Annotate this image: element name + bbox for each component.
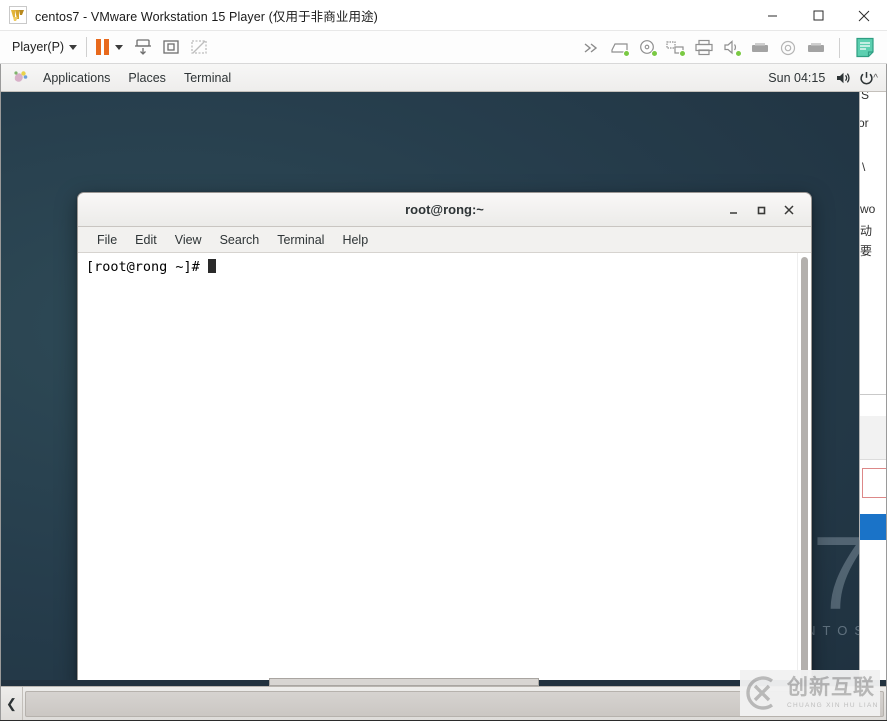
chevron-double-right-icon[interactable] bbox=[581, 37, 603, 59]
hard-disk-icon[interactable] bbox=[609, 37, 631, 59]
terminal-maximize-button[interactable] bbox=[747, 196, 775, 224]
vmware-toolbar: Player(P) bbox=[0, 31, 887, 64]
gnome-clock[interactable]: Sun 04:15 bbox=[760, 71, 833, 85]
device-status-dot bbox=[651, 49, 658, 57]
watermark: 创新互联 CHUANG XIN HU LIAN bbox=[740, 670, 880, 716]
terminal-close-button[interactable] bbox=[775, 196, 803, 224]
chevron-down-icon bbox=[69, 44, 78, 50]
cd-dvd-icon[interactable] bbox=[637, 37, 659, 59]
window-title: centos7 - VMware Workstation 15 Player (… bbox=[35, 9, 378, 24]
taskbar-prev-workspace-button[interactable]: ❮ bbox=[1, 686, 23, 720]
network-adapter-icon[interactable] bbox=[665, 37, 687, 59]
terminal-output[interactable]: [root@rong ~]# bbox=[78, 253, 797, 688]
terminal-cursor bbox=[207, 259, 216, 273]
device-status-dot bbox=[623, 49, 630, 57]
terminal-window-controls bbox=[719, 193, 803, 227]
bg-fragment: 要 bbox=[860, 244, 873, 258]
gnome-places-menu[interactable]: Places bbox=[119, 64, 175, 92]
terminal-menu-view[interactable]: View bbox=[166, 227, 211, 253]
camera-icon[interactable] bbox=[777, 37, 799, 59]
background-browser-window[interactable]: S or \ wo 动 要 bbox=[859, 64, 886, 686]
terminal-menu-search[interactable]: Search bbox=[211, 227, 269, 253]
bg-accent-bar bbox=[860, 514, 886, 540]
volume-icon[interactable] bbox=[833, 64, 855, 92]
bg-fragment: or bbox=[859, 116, 869, 130]
terminal-scrollbar-thumb[interactable] bbox=[801, 257, 808, 684]
vmware-status-strip bbox=[0, 720, 887, 728]
gnome-top-panel: Applications Places Terminal Sun 04:15 ^ bbox=[1, 64, 886, 92]
toolbar-divider bbox=[86, 37, 88, 57]
bg-fragment: 动 bbox=[860, 224, 873, 238]
window-close-button[interactable] bbox=[841, 0, 887, 31]
bg-panel bbox=[860, 416, 886, 460]
terminal-prompt: [root@rong ~]# bbox=[86, 259, 208, 275]
player-menu-button[interactable]: Player(P) bbox=[12, 40, 78, 54]
watermark-chinese: 创新互联 bbox=[787, 676, 875, 700]
vm-guest-screen[interactable]: 7 NTOS S or \ wo 动 要 Applications Places… bbox=[0, 64, 887, 720]
terminal-scrollbar[interactable] bbox=[797, 253, 811, 688]
vmware-device-toolbar bbox=[578, 31, 881, 64]
send-ctrl-alt-del-icon[interactable] bbox=[131, 35, 155, 59]
unity-mode-icon[interactable] bbox=[187, 35, 211, 59]
bg-fragment: \ bbox=[862, 160, 866, 174]
gnome-panel-status-area: Sun 04:15 ^ bbox=[760, 64, 886, 92]
gnome-foot-icon bbox=[12, 70, 28, 85]
sound-card-icon[interactable] bbox=[721, 37, 743, 59]
gnome-terminal-window[interactable]: root@rong:~ File Edit View Search Termin… bbox=[77, 192, 812, 689]
pause-icon-bar2 bbox=[104, 39, 110, 55]
background-window-edge bbox=[269, 678, 539, 686]
notes-icon[interactable] bbox=[852, 37, 878, 59]
terminal-menu-terminal[interactable]: Terminal bbox=[268, 227, 333, 253]
vmware-player-window: centos7 - VMware Workstation 15 Player (… bbox=[0, 0, 887, 728]
chevron-down-icon bbox=[115, 44, 124, 50]
pause-icon bbox=[96, 39, 102, 55]
vmware-logo-icon bbox=[9, 6, 27, 24]
watermark-text-block: 创新互联 CHUANG XIN HU LIAN bbox=[787, 676, 879, 709]
window-maximize-button[interactable] bbox=[795, 0, 841, 31]
bg-divider bbox=[860, 394, 886, 395]
watermark-pinyin: CHUANG XIN HU LIAN bbox=[787, 701, 879, 709]
device-status-dot bbox=[679, 49, 686, 57]
terminal-menubar: File Edit View Search Terminal Help bbox=[78, 227, 811, 253]
device-status-dot bbox=[735, 49, 742, 57]
window-titlebar: centos7 - VMware Workstation 15 Player (… bbox=[0, 0, 887, 31]
bg-input-box[interactable] bbox=[862, 468, 886, 498]
pause-vm-button[interactable] bbox=[96, 39, 110, 55]
player-menu-label: Player(P) bbox=[12, 40, 65, 54]
usb-device-2-icon[interactable] bbox=[805, 37, 827, 59]
cx-logo-icon bbox=[746, 676, 774, 710]
pause-dropdown-button[interactable] bbox=[111, 35, 127, 59]
toolbar-divider bbox=[839, 37, 840, 58]
terminal-titlebar: root@rong:~ bbox=[78, 193, 811, 227]
gnome-applications-menu[interactable]: Applications bbox=[34, 64, 119, 92]
window-minimize-button[interactable] bbox=[749, 0, 795, 31]
terminal-menu-edit[interactable]: Edit bbox=[126, 227, 166, 253]
terminal-menu-help[interactable]: Help bbox=[333, 227, 377, 253]
bg-fragment: wo bbox=[860, 202, 876, 216]
fullscreen-icon[interactable] bbox=[159, 35, 183, 59]
window-controls bbox=[749, 0, 887, 31]
printer-icon[interactable] bbox=[693, 37, 715, 59]
gnome-terminal-menu[interactable]: Terminal bbox=[175, 64, 240, 92]
terminal-content-area[interactable]: [root@rong ~]# bbox=[78, 253, 811, 688]
panel-expand-caret-icon[interactable]: ^ bbox=[873, 73, 882, 84]
terminal-title: root@rong:~ bbox=[405, 202, 484, 217]
terminal-menu-file[interactable]: File bbox=[88, 227, 126, 253]
terminal-minimize-button[interactable] bbox=[719, 196, 747, 224]
usb-device-icon[interactable] bbox=[749, 37, 771, 59]
